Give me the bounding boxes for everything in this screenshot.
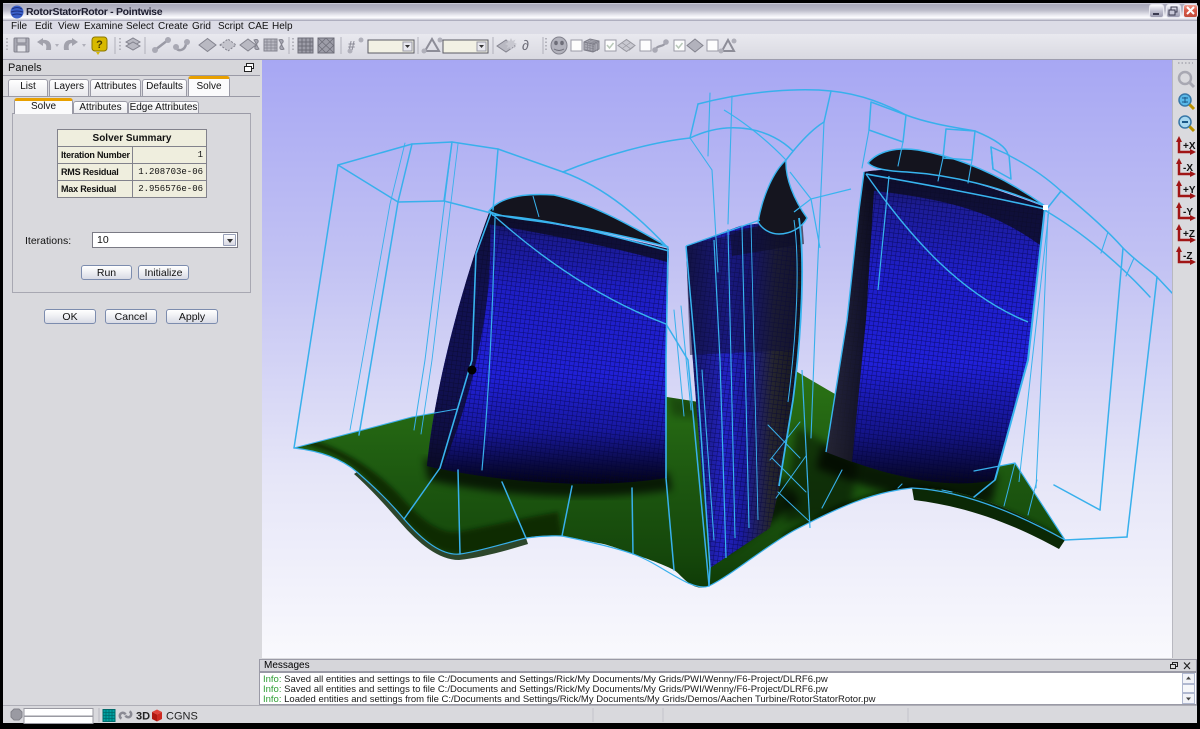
svg-text:-Y: -Y xyxy=(1183,207,1193,218)
svg-text:+X: +X xyxy=(1183,141,1196,152)
svg-text:∂: ∂ xyxy=(522,37,529,53)
svg-text:+Z: +Z xyxy=(1183,229,1195,240)
svg-text:-X: -X xyxy=(1183,163,1193,174)
svg-text:CGNS: CGNS xyxy=(166,711,198,723)
svg-text:+Y: +Y xyxy=(1183,185,1196,196)
svg-text:3D: 3D xyxy=(136,711,150,723)
svg-text:-Z: -Z xyxy=(1183,251,1192,262)
svg-text:?: ? xyxy=(96,39,103,51)
